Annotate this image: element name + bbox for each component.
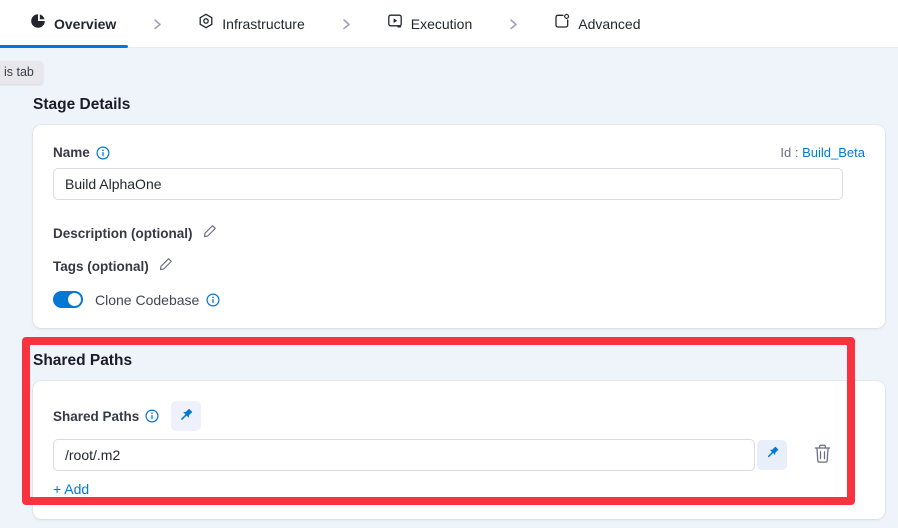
active-tab-underline xyxy=(0,45,128,48)
path-input-group xyxy=(53,439,787,471)
stage-tabbar: Overview Infrastructure Execution xyxy=(0,0,898,48)
name-label-group: Name xyxy=(53,145,110,160)
clone-codebase-label-group: Clone Codebase xyxy=(95,292,220,308)
shared-paths-label: Shared Paths xyxy=(53,409,139,424)
clone-codebase-label: Clone Codebase xyxy=(95,292,199,308)
stage-name-input[interactable] xyxy=(53,168,843,200)
shared-path-row xyxy=(53,439,865,471)
tab-execution[interactable]: Execution xyxy=(387,13,472,34)
stage-details-card: Name Id : Build_Beta Description (option… xyxy=(33,125,885,328)
id-value-link[interactable]: Build_Beta xyxy=(802,145,865,160)
info-icon[interactable] xyxy=(145,409,159,423)
pencil-icon[interactable] xyxy=(203,224,217,243)
pin-suffix-button[interactable] xyxy=(757,440,787,470)
info-icon[interactable] xyxy=(96,146,110,160)
tab-infrastructure-label: Infrastructure xyxy=(222,16,304,32)
advanced-icon xyxy=(554,13,570,34)
overview-icon xyxy=(30,13,46,34)
trash-icon xyxy=(813,443,832,467)
info-icon[interactable] xyxy=(206,293,220,307)
name-label: Name xyxy=(53,145,90,160)
pin-icon xyxy=(765,445,780,465)
tags-edit-row[interactable]: Tags (optional) xyxy=(53,257,865,276)
tab-overview[interactable]: Overview xyxy=(30,13,116,34)
shared-paths-card: Shared Paths xyxy=(33,381,885,519)
tab-overview-label: Overview xyxy=(54,16,116,32)
stage-id: Id : Build_Beta xyxy=(780,145,865,160)
chevron-right-icon xyxy=(339,17,353,31)
tab-advanced-label: Advanced xyxy=(578,16,640,32)
tags-label: Tags (optional) xyxy=(53,259,149,274)
tab-execution-label: Execution xyxy=(411,16,472,32)
shared-path-input[interactable] xyxy=(53,439,755,471)
stage-configuration-screen: Overview Infrastructure Execution xyxy=(0,0,898,528)
id-label: Id : xyxy=(780,145,798,160)
execution-icon xyxy=(387,13,403,34)
toggle-knob xyxy=(68,293,81,306)
shared-paths-label-group: Shared Paths xyxy=(53,409,159,424)
clone-codebase-toggle[interactable] xyxy=(53,291,83,308)
chevron-right-icon xyxy=(150,17,164,31)
description-edit-row[interactable]: Description (optional) xyxy=(53,224,865,243)
shared-paths-heading: Shared Paths xyxy=(33,351,885,370)
chevron-right-icon xyxy=(506,17,520,31)
description-label: Description (optional) xyxy=(53,226,193,241)
pencil-icon[interactable] xyxy=(159,257,173,276)
tab-advanced[interactable]: Advanced xyxy=(554,13,640,34)
tab-infrastructure[interactable]: Infrastructure xyxy=(198,13,304,34)
add-path-link[interactable]: + Add xyxy=(53,481,89,497)
tooltip-fragment: is tab xyxy=(0,61,43,84)
pin-icon xyxy=(178,407,194,426)
delete-path-button[interactable] xyxy=(813,443,832,467)
stage-details-heading: Stage Details xyxy=(33,95,885,114)
pin-button[interactable] xyxy=(171,401,201,431)
infrastructure-icon xyxy=(198,13,214,34)
clone-codebase-row: Clone Codebase xyxy=(53,291,865,308)
